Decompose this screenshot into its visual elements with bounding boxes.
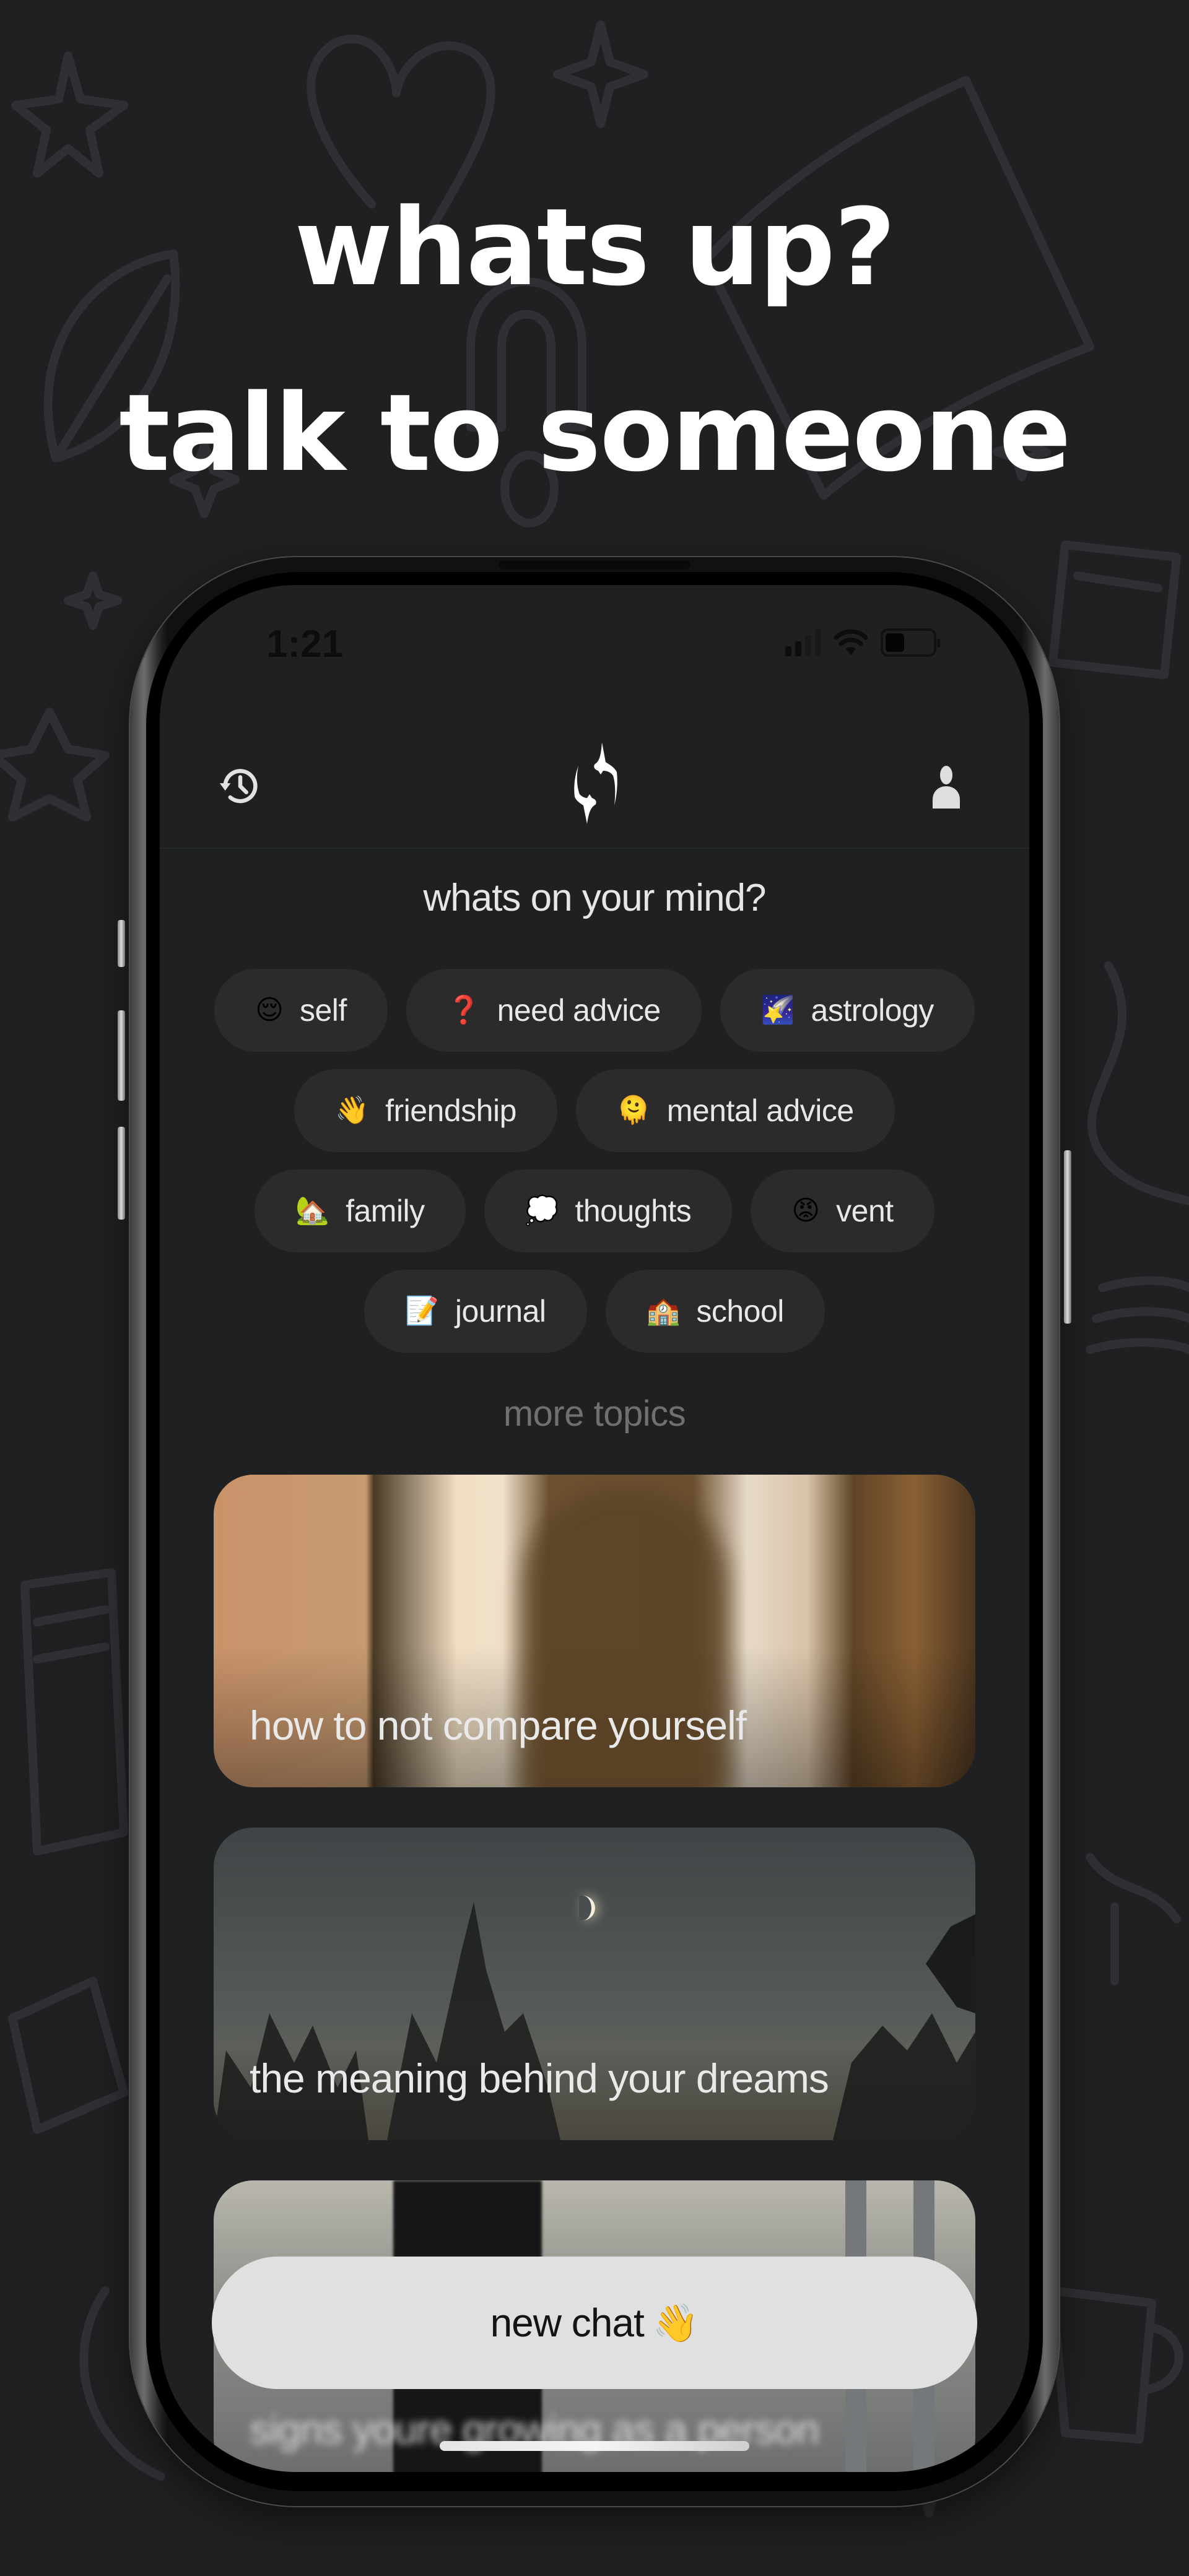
- star-doodle: [0, 708, 110, 822]
- chip-label: friendship: [385, 1093, 516, 1128]
- headline-line-2: talk to someone: [119, 371, 1071, 495]
- power-button: [1064, 1150, 1071, 1324]
- topic-chip-mental-advice[interactable]: 🫠 mental advice: [575, 1069, 895, 1152]
- battery-icon: [881, 628, 940, 657]
- topic-chip-vent[interactable]: 😡 vent: [751, 1169, 934, 1252]
- headline-line-1: whats up?: [294, 185, 895, 310]
- chip-label: journal: [455, 1294, 546, 1329]
- profile-button[interactable]: [915, 755, 977, 817]
- book-doodle: [20, 1568, 128, 1855]
- chip-label: self: [299, 993, 347, 1028]
- profile-icon: [933, 766, 960, 809]
- chip-row: 🏡 family 💭 thoughts 😡 vent: [160, 1169, 1029, 1252]
- logo-button[interactable]: [533, 721, 656, 845]
- chip-label: school: [696, 1294, 784, 1329]
- chip-label: vent: [836, 1194, 894, 1228]
- home-indicator[interactable]: [440, 2441, 749, 2451]
- volume-up-button: [118, 1010, 125, 1101]
- topic-card[interactable]: the meaning behind your dreams: [214, 1828, 975, 2140]
- melting-face-icon: 🫠: [616, 1095, 651, 1126]
- phone-screen: 1:21 whats on your mind? 😌 self ❓ need a…: [160, 585, 1029, 2472]
- history-button[interactable]: [209, 755, 271, 817]
- new-chat-button[interactable]: new chat 👋: [212, 2257, 977, 2389]
- volume-down-button: [118, 1127, 125, 1220]
- book-doodle: [8, 1977, 128, 2134]
- wifi-icon: [834, 629, 868, 655]
- topic-chips: 😌 self ❓ need advice 🌠 astrology 👋 frien…: [160, 969, 1029, 1370]
- topic-chip-thoughts[interactable]: 💭 thoughts: [484, 1169, 733, 1252]
- swirl-doodle: [1087, 961, 1189, 1205]
- memo-icon: 📝: [405, 1295, 439, 1327]
- card-title: how to not compare yourself: [250, 1702, 747, 1748]
- chip-row: 😌 self ❓ need advice 🌠 astrology: [160, 969, 1029, 1052]
- speaker-grille: [499, 561, 690, 570]
- chip-row: 👋 friendship 🫠 mental advice: [160, 1069, 1029, 1152]
- angry-face-icon: 😡: [791, 1195, 821, 1226]
- waving-hand-icon: 👋: [335, 1095, 370, 1126]
- cellular-signal-icon: [785, 629, 821, 656]
- waving-hand-icon: 👋: [652, 2301, 699, 2345]
- status-icons: [785, 628, 940, 657]
- topic-card[interactable]: how to not compare yourself: [214, 1475, 975, 1787]
- topic-chip-need-advice[interactable]: ❓ need advice: [406, 969, 702, 1052]
- chip-label: astrology: [811, 993, 934, 1028]
- topic-chip-family[interactable]: 🏡 family: [255, 1169, 466, 1252]
- thought-bubble-icon: 💭: [525, 1195, 559, 1226]
- header-divider: [160, 848, 1029, 849]
- mute-switch: [118, 920, 125, 967]
- relieved-face-icon: 😌: [255, 994, 284, 1026]
- question-mark-icon: ❓: [446, 994, 481, 1026]
- school-building-icon: 🏫: [646, 1295, 681, 1327]
- new-chat-label: new chat: [490, 2301, 645, 2345]
- history-icon: [219, 769, 258, 804]
- section-title: whats on your mind?: [423, 877, 766, 919]
- house-with-garden-icon: 🏡: [295, 1195, 330, 1226]
- more-topics-link[interactable]: more topics: [160, 1393, 1029, 1434]
- battery-level: [886, 633, 904, 652]
- topic-chip-school[interactable]: 🏫 school: [605, 1270, 825, 1353]
- topic-chip-self[interactable]: 😌 self: [214, 969, 388, 1052]
- status-time: 1:21: [266, 623, 344, 666]
- box-doodle: [1048, 540, 1181, 679]
- sparkle-doodle: [553, 20, 648, 128]
- status-bar: 1:21: [160, 585, 1029, 709]
- promo-headline: whats up? talk to someone: [0, 155, 1189, 526]
- app-header: [160, 721, 1029, 848]
- sparkles-icon: [574, 742, 617, 824]
- note-doodle: [1086, 1853, 1181, 1985]
- chip-label: thoughts: [575, 1194, 692, 1228]
- book-doodle: [1086, 1276, 1189, 1354]
- topic-chip-journal[interactable]: 📝 journal: [364, 1270, 587, 1353]
- cup-doodle: [1048, 2286, 1183, 2444]
- topic-chip-astrology[interactable]: 🌠 astrology: [720, 969, 975, 1052]
- shooting-star-icon: 🌠: [760, 994, 795, 1026]
- chip-label: family: [346, 1194, 425, 1228]
- chip-label: need advice: [497, 993, 661, 1028]
- sparkle-doodle: [64, 571, 122, 630]
- chip-row: 📝 journal 🏫 school: [160, 1270, 1029, 1353]
- card-title: the meaning behind your dreams: [250, 2055, 829, 2101]
- topic-chip-friendship[interactable]: 👋 friendship: [294, 1069, 557, 1152]
- chip-label: mental advice: [666, 1093, 855, 1128]
